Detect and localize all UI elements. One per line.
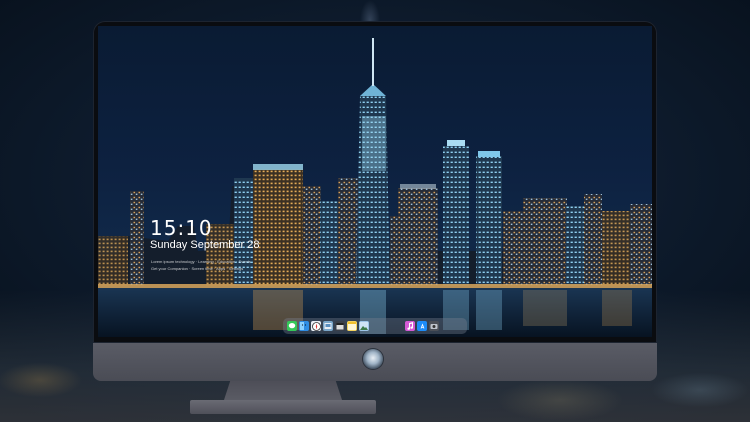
building [566,206,586,286]
building [602,211,632,286]
building [443,146,469,286]
building-crown [253,164,303,170]
monitor-chin [93,343,657,381]
clapper-icon[interactable] [335,321,345,331]
building-crown [478,151,500,157]
building-crown [447,140,465,146]
city-skyline-wallpaper [98,38,652,337]
light-reflection [523,290,567,326]
building [303,186,321,286]
photos-icon[interactable] [359,321,369,331]
building [253,169,303,286]
building [398,188,438,286]
tower-glow [362,116,386,171]
music-icon[interactable] [405,321,415,331]
dock-spacer [371,321,405,331]
lock-hint-line: Lorem ipsum technology · Learning · Educ… [151,259,251,264]
monitor-stand-base [190,400,376,414]
notes-icon[interactable] [347,321,357,331]
building [584,194,602,286]
light-reflection [476,290,502,330]
building [98,236,128,286]
lock-hint-line: Get your Companion · Screen time · Apps … [151,266,244,271]
lock-clock: 15:10 [150,216,213,240]
lock-screen[interactable]: 15:10 Sunday September 28 Lorem ipsum te… [98,26,652,337]
safari-icon[interactable] [311,321,321,331]
building [523,198,567,286]
desktop-monitor: 15:10 Sunday September 28 Lorem ipsum te… [93,21,657,381]
building [630,204,652,286]
monitor-bezel: 15:10 Sunday September 28 Lorem ipsum te… [93,21,657,343]
camera-icon[interactable] [429,321,439,331]
building [503,211,523,286]
lock-date: Sunday September 28 [150,239,260,251]
brand-logo-icon [363,349,383,369]
app-store-icon[interactable] [417,321,427,331]
building-crown [400,184,436,189]
messages-icon[interactable] [287,321,297,331]
light-reflection [602,290,632,326]
dock [283,318,467,334]
background-scene: 15:10 Sunday September 28 Lorem ipsum te… [0,0,750,422]
building [476,156,502,286]
tower-spire [372,38,374,86]
finder-icon[interactable] [299,321,309,331]
shoreline-lights [98,284,652,288]
building [130,191,144,286]
preview-icon[interactable] [323,321,333,331]
